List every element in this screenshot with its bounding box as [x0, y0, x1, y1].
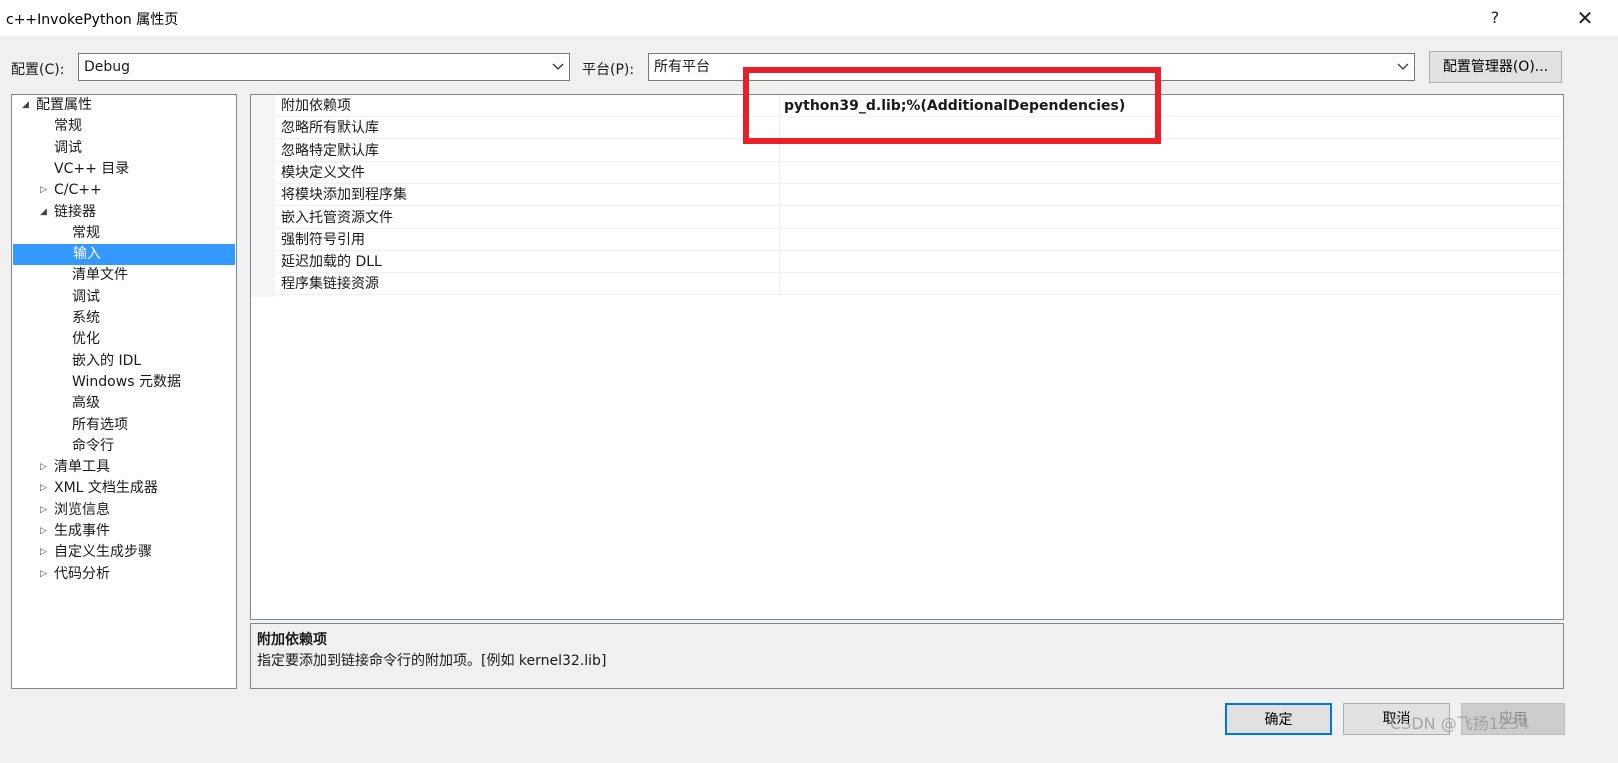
column-divider	[779, 228, 780, 251]
tree-collapsed-icon[interactable]: ▷	[40, 457, 52, 478]
tree-collapsed-icon[interactable]: ▷	[40, 564, 52, 585]
property-tree[interactable]: ◢ 配置属性 常规 调试 VC++ 目录 ▷ C/C++ ◢ 链接器 常规 输入 清单文件 调试 系统 优化…	[11, 94, 237, 689]
chevron-down-icon	[1396, 54, 1410, 80]
property-name: 嵌入托管资源文件	[281, 209, 393, 226]
grid-gutter	[251, 95, 275, 297]
description-text: 指定要添加到链接命令行的附加项。[例如 kernel32.lib]	[257, 653, 607, 669]
config-dropdown[interactable]: Debug	[78, 53, 570, 81]
grid-row[interactable]: 程序集链接资源	[275, 273, 1563, 296]
tree-item-label: 优化	[72, 331, 100, 348]
tree-item[interactable]: ▷ 生成事件	[12, 521, 236, 542]
tree-item-label: 清单工具	[54, 459, 110, 476]
grid-row[interactable]: 强制符号引用	[275, 228, 1563, 251]
tree-item-label: 生成事件	[54, 523, 110, 539]
tree-item[interactable]: ◢ 配置属性	[12, 95, 236, 116]
tree-item-label: 嵌入的 IDL	[72, 352, 142, 369]
column-divider	[779, 161, 780, 184]
tree-item[interactable]: 优化	[12, 329, 236, 350]
window-title: c++InvokePython 属性页	[6, 12, 179, 28]
grid-row[interactable]: 延迟加载的 DLL	[275, 251, 1563, 274]
config-manager-button[interactable]: 配置管理器(O)...	[1429, 51, 1562, 83]
tree-item[interactable]: ▷ 浏览信息	[12, 500, 236, 521]
tree-item[interactable]: 调试	[12, 138, 236, 159]
tree-item[interactable]: ▷ 清单工具	[12, 457, 236, 478]
tree-item[interactable]: ▷ 代码分析	[12, 564, 236, 585]
tree-item[interactable]: ▷ 自定义生成步骤	[12, 542, 236, 563]
column-divider	[779, 184, 780, 207]
tree-item-label: XML 文档生成器	[54, 480, 158, 497]
grid-row[interactable]: 将模块添加到程序集	[275, 184, 1563, 207]
tree-item-label: 链接器	[54, 203, 96, 220]
platform-dropdown-value: 所有平台	[654, 59, 710, 75]
watermark: CSDN @飞扬1234	[1390, 714, 1530, 733]
tree-expanded-icon[interactable]: ◢	[40, 202, 52, 223]
tree-item-label: 常规	[54, 118, 82, 135]
tree-item-label: 常规	[72, 224, 100, 241]
property-name: 模块定义文件	[281, 164, 365, 181]
tree-item-label: Windows 元数据	[72, 373, 181, 390]
tree-item-selected[interactable]: 输入	[13, 244, 235, 266]
tree-collapsed-icon[interactable]: ▷	[40, 478, 52, 499]
description-panel: 附加依赖项 指定要添加到链接命令行的附加项。[例如 kernel32.lib]	[250, 623, 1564, 689]
tree-item[interactable]: Windows 元数据	[12, 372, 236, 393]
tree-item-label: 所有选项	[72, 416, 128, 433]
platform-label: 平台(P):	[582, 62, 635, 78]
title-bar: c++InvokePython 属性页 ? ✕	[0, 0, 1618, 36]
close-button[interactable]: ✕	[1568, 4, 1602, 32]
tree-item[interactable]: ◢ 链接器	[12, 202, 236, 223]
tree-item-label: 清单文件	[72, 267, 128, 284]
tree-collapsed-icon[interactable]: ▷	[40, 542, 52, 563]
tree-collapsed-icon[interactable]: ▷	[40, 500, 52, 521]
property-name: 附加依赖项	[281, 98, 351, 114]
tree-item[interactable]: 常规	[12, 116, 236, 137]
column-divider	[779, 273, 780, 296]
tree-item-label: 输入	[73, 246, 101, 263]
help-button[interactable]: ?	[1478, 4, 1512, 32]
grid-row[interactable]: 嵌入托管资源文件	[275, 206, 1563, 229]
description-title: 附加依赖项	[257, 632, 327, 648]
tree-item[interactable]: VC++ 目录	[12, 159, 236, 180]
chevron-down-icon	[551, 54, 565, 80]
property-name: 忽略特定默认库	[281, 142, 379, 159]
tree-item-label: 浏览信息	[54, 501, 110, 518]
tree-item[interactable]: 调试	[12, 287, 236, 308]
property-name: 强制符号引用	[281, 231, 365, 248]
tree-item-label: 自定义生成步骤	[54, 544, 152, 561]
property-name: 程序集链接资源	[281, 276, 379, 293]
config-dropdown-value: Debug	[84, 59, 131, 75]
tree-item-label: 高级	[72, 395, 100, 412]
tree-item[interactable]: 清单文件	[12, 265, 236, 286]
tree-item-label: 配置属性	[36, 97, 92, 113]
property-name: 延迟加载的 DLL	[281, 254, 382, 271]
tree-item[interactable]: 所有选项	[12, 415, 236, 436]
property-name: 忽略所有默认库	[281, 120, 379, 137]
tree-item[interactable]: 嵌入的 IDL	[12, 351, 236, 372]
tree-item[interactable]: 常规	[12, 223, 236, 244]
property-grid[interactable]: 附加依赖项 python39_d.lib;%(AdditionalDependen…	[250, 94, 1564, 620]
tree-expanded-icon[interactable]: ◢	[22, 95, 34, 116]
tree-item[interactable]: ▷ C/C++	[12, 180, 236, 201]
column-divider	[779, 206, 780, 229]
tree-collapsed-icon[interactable]: ▷	[40, 180, 52, 201]
tree-item[interactable]: 系统	[12, 308, 236, 329]
tree-item-label: 调试	[54, 139, 82, 156]
tree-item-label: 调试	[72, 288, 100, 305]
tree-item[interactable]: 高级	[12, 393, 236, 414]
tree-item[interactable]: ▷ XML 文档生成器	[12, 478, 236, 499]
config-label: 配置(C):	[11, 62, 65, 78]
highlight-annotation-box	[743, 67, 1161, 144]
tree-item-label: 系统	[72, 310, 100, 326]
tree-item-label: VC++ 目录	[54, 160, 130, 177]
tree-item-label: C/C++	[54, 182, 102, 199]
tree-item-label: 命令行	[72, 437, 114, 454]
property-name: 将模块添加到程序集	[281, 187, 407, 204]
tree-item[interactable]: 命令行	[12, 436, 236, 457]
tree-item-label: 代码分析	[54, 565, 110, 582]
tree-collapsed-icon[interactable]: ▷	[40, 521, 52, 542]
column-divider	[779, 251, 780, 274]
grid-row[interactable]: 模块定义文件	[275, 161, 1563, 184]
ok-button[interactable]: 确定	[1225, 703, 1332, 735]
